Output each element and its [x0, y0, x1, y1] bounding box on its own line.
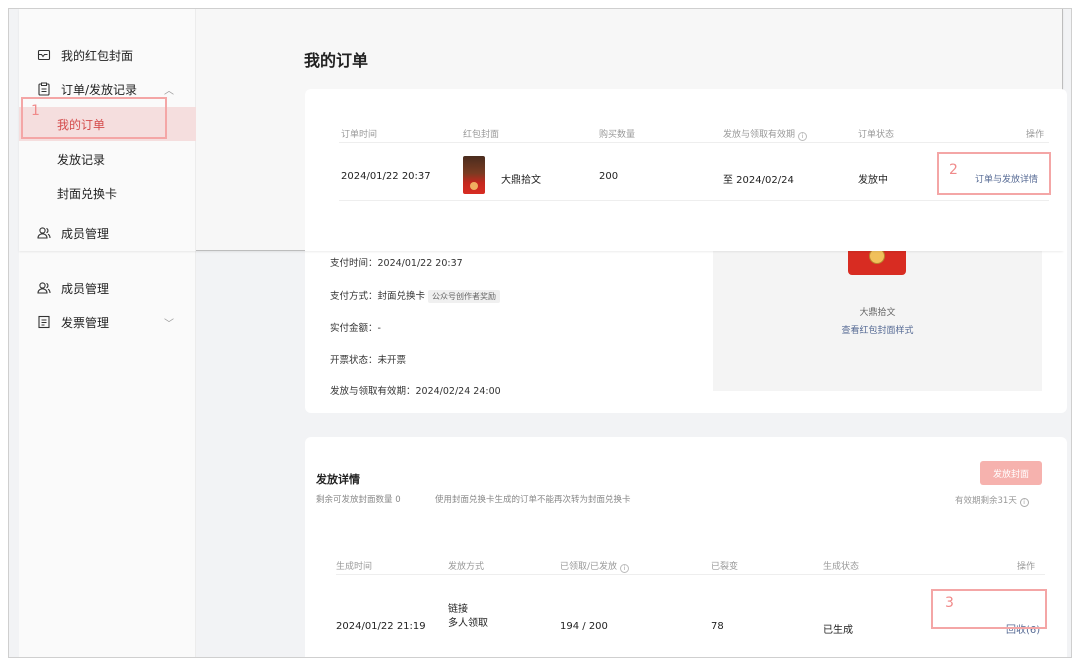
col-header-claimed: 已领取/已发放 i: [560, 559, 629, 573]
cell-validity: 至 2024/02/24: [723, 175, 794, 186]
info-icon[interactable]: i: [1019, 498, 1029, 507]
cover-preview: 大鼎拾文 查看红包封面样式: [713, 237, 1042, 391]
info-icon[interactable]: i: [619, 564, 629, 573]
col-header-action: 操作: [1017, 562, 1036, 572]
sidebar-item-label: 发放记录: [57, 152, 106, 167]
col-header-status: 生成状态: [823, 562, 860, 572]
pay-time: 支付时间：2024/01/22 20:37: [330, 258, 463, 269]
info-icon[interactable]: i: [797, 132, 807, 141]
sidebar-item-label: 封面兑换卡: [57, 186, 118, 201]
sidebar-item-label: 成员管理: [61, 281, 110, 296]
sidebar-item-label: 我的红包封面: [61, 48, 134, 63]
annotation-number-1: 1: [31, 103, 40, 119]
col-header-split: 已裂变: [711, 562, 739, 572]
col-header-quantity: 购买数量: [599, 130, 636, 140]
validity-remaining: 有效期剩余31天 i: [955, 494, 1029, 507]
cell-quantity: 200: [599, 171, 619, 182]
sidebar-item-exchange-cards[interactable]: 封面兑换卡: [19, 176, 196, 210]
col-header-validity: 发放与领取有效期 i: [723, 127, 807, 141]
cell-status: 发放中: [858, 175, 888, 186]
sidebar-item-label: 发票管理: [61, 315, 110, 330]
paid-amount: 实付金额：-: [330, 323, 381, 334]
divider: [339, 142, 1049, 143]
overlay-panel: 我的红包封面 订单/发放记录 ︿ 我的订单 发放记录 封面兑换卡 成员管理 1 …: [19, 9, 1067, 251]
col-header-created-time: 生成时间: [336, 562, 373, 572]
highlight-box-1: [21, 97, 167, 139]
annotation-number-2: 2: [949, 162, 958, 178]
red-packet-icon: [37, 48, 51, 62]
sidebar-item-my-covers[interactable]: 我的红包封面: [19, 38, 196, 72]
divider: [336, 574, 1045, 575]
col-header-order-time: 订单时间: [341, 130, 378, 140]
distribution-title: 发放详情: [316, 473, 360, 486]
cover-thumbnail: [463, 156, 485, 194]
cell-status: 已生成: [823, 625, 853, 636]
chevron-down-icon[interactable]: ﹀: [164, 315, 174, 330]
cell-claimed: 194 / 200: [560, 621, 608, 632]
cell-cover-name: 大鼎拾文: [501, 175, 541, 186]
col-header-method: 发放方式: [448, 562, 485, 572]
cell-created-time: 2024/01/22 21:19: [336, 621, 426, 632]
pay-tag: 公众号创作者奖励: [428, 290, 501, 303]
chevron-up-icon[interactable]: ︿: [164, 82, 174, 97]
invoice-icon: [37, 315, 51, 329]
pay-method: 支付方式：封面兑换卡 公众号创作者奖励: [330, 288, 501, 303]
preview-name: 大鼎拾文: [859, 308, 896, 318]
view-style-link[interactable]: 查看红包封面样式: [713, 323, 1042, 336]
members-icon: [37, 281, 51, 295]
col-header-action: 操作: [1026, 130, 1045, 140]
sidebar-item-label: 订单/发放记录: [61, 82, 138, 97]
clipboard-icon: [37, 82, 51, 96]
cell-method: 链接 多人领取: [448, 604, 488, 629]
sidebar-item-invoices[interactable]: 发票管理 ﹀: [19, 305, 196, 339]
sidebar-item-distribution-records[interactable]: 发放记录: [19, 142, 196, 176]
sidebar-item-members[interactable]: 成员管理: [19, 216, 196, 250]
annotation-number-3: 3: [945, 595, 954, 611]
cell-order-time: 2024/01/22 20:37: [341, 171, 431, 182]
col-header-status: 订单状态: [858, 130, 895, 140]
sidebar-item-members-back[interactable]: 成员管理: [19, 271, 196, 305]
distribution-note: 使用封面兑换卡生成的订单不能再次转为封面兑换卡: [435, 495, 631, 505]
members-icon: [37, 226, 51, 240]
col-header-cover: 红包封面: [463, 130, 500, 140]
page-title: 我的订单: [304, 51, 369, 70]
divider: [339, 200, 1049, 201]
invoice-status: 开票状态：未开票: [330, 355, 407, 366]
validity-date: 发放与领取有效期：2024/02/24 24:00: [330, 386, 501, 397]
app-frame: 成员管理 发票管理 ﹀ 支付时间：2024/01/22 20:37 支付方式：封…: [8, 8, 1072, 658]
sidebar-item-label: 成员管理: [61, 226, 110, 241]
distribute-cover-button[interactable]: 发放封面: [980, 461, 1042, 485]
remaining-count: 剩余可发放封面数量 0: [316, 495, 401, 505]
cell-split: 78: [711, 621, 724, 632]
